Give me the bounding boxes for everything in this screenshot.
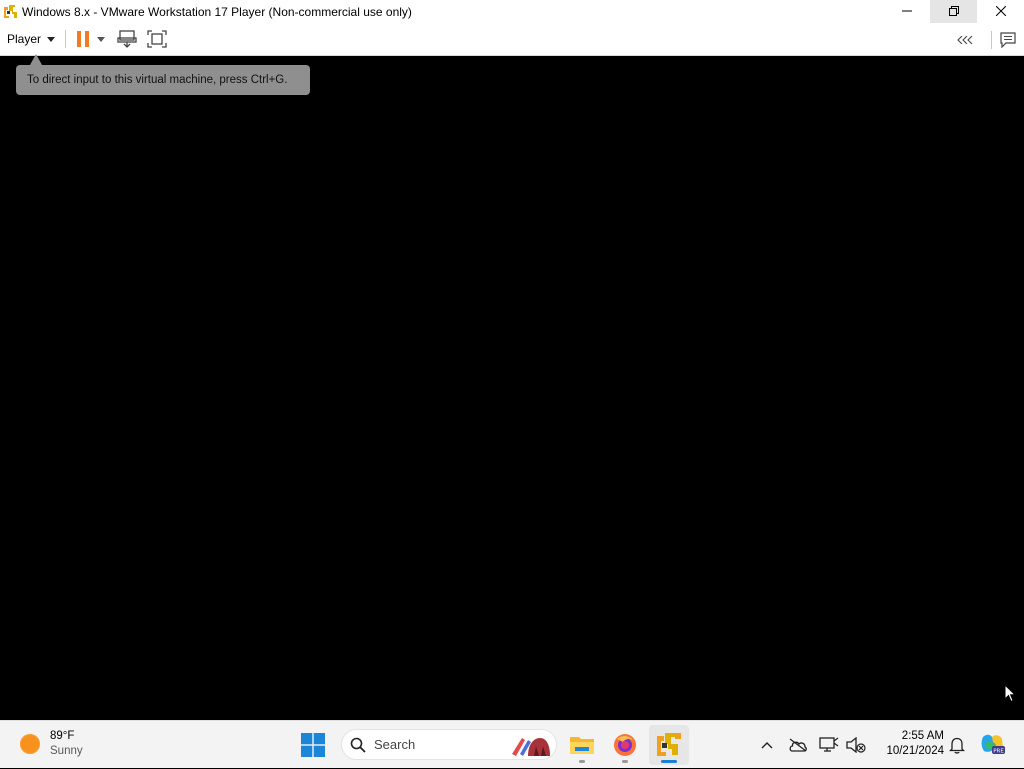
send-ctrl-alt-del-icon: [117, 30, 137, 48]
vm-display[interactable]: [0, 56, 1024, 720]
pause-dropdown-icon: [97, 36, 106, 42]
tooltip-pointer: [30, 54, 42, 65]
active-indicator: [661, 760, 677, 763]
window-title: Windows 8.x - VMware Workstation 17 Play…: [22, 4, 412, 19]
notifications-button[interactable]: [946, 721, 968, 769]
onedrive-icon: [789, 738, 807, 752]
search-icon: [350, 737, 366, 753]
restore-button[interactable]: [930, 0, 977, 23]
fullscreen-button[interactable]: [147, 30, 167, 48]
search-placeholder: Search: [374, 737, 416, 752]
start-button[interactable]: [293, 725, 333, 765]
pause-button[interactable]: [76, 31, 90, 47]
network-tray-button[interactable]: [818, 721, 840, 769]
message-log-button[interactable]: [1000, 31, 1016, 48]
vmware-app-icon: [3, 3, 19, 20]
copilot-button[interactable]: PRE: [978, 721, 1008, 769]
bell-icon: [949, 737, 965, 754]
toolbar-divider: [65, 30, 67, 48]
tooltip-text: To direct input to this virtual machine,…: [27, 74, 288, 86]
sun-icon: [20, 734, 40, 754]
running-indicator: [579, 760, 585, 763]
file-explorer-button[interactable]: [562, 725, 602, 765]
player-menu[interactable]: Player: [7, 32, 56, 46]
restore-icon: [948, 3, 959, 21]
collapse-toolbar-button[interactable]: [957, 35, 973, 44]
volume-muted-icon: [846, 737, 866, 753]
player-toolbar: Player: [0, 23, 1024, 56]
vmware-player-taskbar-button[interactable]: [649, 725, 689, 765]
taskbar-search-box[interactable]: Search: [341, 729, 557, 760]
minimize-icon: [901, 3, 912, 21]
vmware-player-icon: [657, 733, 681, 756]
chevron-down-icon: [47, 36, 56, 42]
pause-dropdown-button[interactable]: [97, 36, 106, 42]
player-menu-label: Player: [7, 32, 42, 46]
weather-temperature: 89°F: [50, 730, 75, 742]
input-hint-tooltip: To direct input to this virtual machine,…: [16, 65, 310, 95]
firefox-icon: [614, 734, 636, 756]
volume-tray-button[interactable]: [845, 721, 867, 769]
show-hidden-icons-button[interactable]: [757, 721, 777, 769]
search-highlight-icon: [508, 732, 552, 763]
network-icon: [819, 737, 839, 752]
weather-condition: Sunny: [50, 745, 83, 757]
collapse-toolbar-icon: [957, 35, 973, 44]
svg-text:PRE: PRE: [993, 748, 1004, 754]
clock-time: 2:55 AM: [901, 730, 944, 742]
message-log-icon: [1000, 31, 1016, 48]
file-explorer-icon: [570, 737, 594, 754]
minimize-button[interactable]: [883, 0, 930, 23]
firefox-button[interactable]: [605, 725, 645, 765]
start-icon: [301, 733, 325, 757]
toolbar-divider-right: [991, 30, 992, 49]
pause-icon: [77, 31, 90, 47]
chevron-up-icon: [761, 742, 773, 749]
weather-widget[interactable]: 89°F Sunny: [20, 729, 83, 759]
copilot-pre-icon: PRE: [981, 734, 1005, 754]
onedrive-tray-button[interactable]: [787, 721, 809, 769]
taskbar: 89°F Sunny Search 2:55 AM 10/21/2024 PRE: [0, 720, 1024, 768]
fullscreen-icon: [147, 30, 167, 48]
running-indicator: [622, 760, 628, 763]
send-ctrl-alt-del-button[interactable]: [117, 30, 137, 48]
close-button[interactable]: [977, 0, 1024, 23]
clock-date: 10/21/2024: [886, 745, 944, 757]
close-icon: [995, 3, 1006, 21]
mouse-cursor-icon: [1004, 683, 1017, 708]
window-title-bar[interactable]: Windows 8.x - VMware Workstation 17 Play…: [0, 0, 1024, 23]
system-clock[interactable]: 2:55 AM 10/21/2024: [876, 729, 944, 759]
